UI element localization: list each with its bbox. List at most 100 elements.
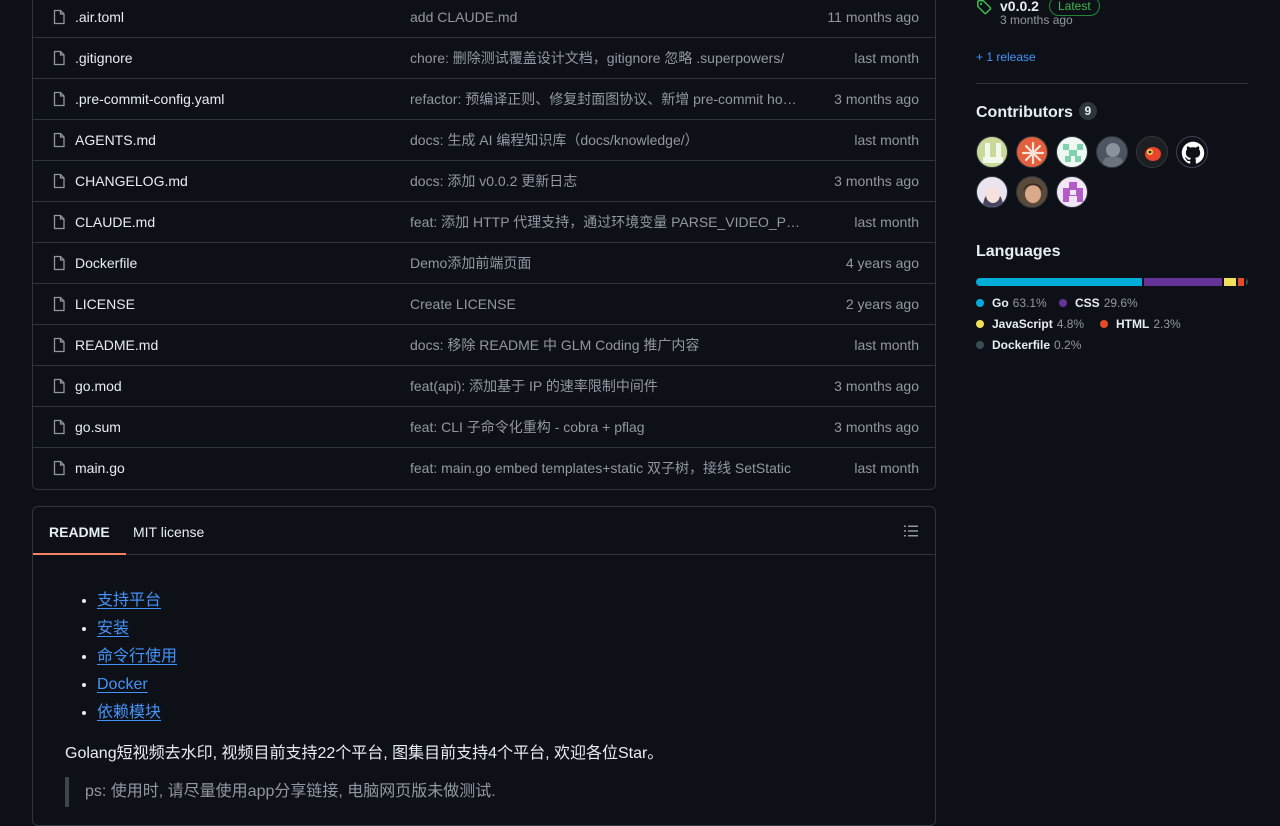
sidebar-divider: [976, 83, 1248, 84]
toc-item: 命令行使用: [97, 645, 177, 673]
contributor-avatar[interactable]: [1056, 136, 1088, 168]
tab-readme[interactable]: README: [33, 507, 126, 555]
file-row[interactable]: CHANGELOG.md docs: 添加 v0.0.2 更新日志 3 months…: [33, 160, 935, 201]
file-name-link[interactable]: .pre-commit-config.yaml: [75, 91, 224, 107]
release-entry[interactable]: v0.0.2 Latest 3 months ago: [976, 0, 1248, 27]
toc-link-cli[interactable]: 命令行使用: [97, 648, 177, 665]
toc-link-deps[interactable]: 依赖模块: [97, 704, 161, 721]
file-row[interactable]: LICENSE Create LICENSE 2 years ago: [33, 283, 935, 324]
language-dockerfile[interactable]: Dockerfile 0.2%: [976, 338, 1081, 354]
file-row[interactable]: Dockerfile Demo添加前端页面 4 years ago: [33, 242, 935, 283]
file-icon: [53, 91, 65, 107]
file-icon: [53, 419, 65, 435]
language-bar-segment: [1246, 278, 1248, 286]
file-row[interactable]: .air.toml add CLAUDE.md 11 months ago: [33, 0, 935, 37]
file-table: .air.toml add CLAUDE.md 11 months ago .giti…: [32, 0, 936, 490]
commit-message-link[interactable]: chore: 删除测试覆盖设计文档，gitignore 忽略 .superpow…: [410, 48, 800, 68]
toc-link-install[interactable]: 安装: [97, 620, 129, 637]
language-bar: [976, 278, 1248, 286]
file-row[interactable]: go.mod feat(api): 添加基于 IP 的速率限制中间件 3 month…: [33, 365, 935, 406]
contributor-avatar[interactable]: [1176, 136, 1208, 168]
language-bar-segment: [976, 278, 1142, 286]
contributor-avatar[interactable]: [1136, 136, 1168, 168]
language-bar-segment: [1223, 278, 1237, 286]
cartoon-avatar-icon: [1145, 147, 1161, 161]
commit-time: 3 months ago: [834, 378, 919, 394]
file-icon: [53, 296, 65, 312]
language-javascript[interactable]: JavaScript 4.8%: [976, 317, 1084, 333]
commit-message-link[interactable]: feat: main.go embed templates+static 双子树…: [410, 458, 800, 478]
file-icon: [53, 214, 65, 230]
release-name[interactable]: v0.0.2: [1000, 0, 1039, 14]
commit-time: last month: [854, 50, 919, 66]
file-name-link[interactable]: .air.toml: [75, 9, 124, 25]
commit-message-link[interactable]: docs: 添加 v0.0.2 更新日志: [410, 171, 800, 191]
commit-message-link[interactable]: docs: 生成 AI 编程知识库（docs/knowledge/）: [410, 130, 800, 150]
file-row[interactable]: .pre-commit-config.yaml refactor: 预编译正则、修…: [33, 78, 935, 119]
commit-message-link[interactable]: docs: 移除 README 中 GLM Coding 推广内容: [410, 335, 800, 355]
languages-title: Languages: [976, 243, 1061, 260]
language-color-dot: [976, 299, 984, 307]
file-name-link[interactable]: AGENTS.md: [75, 132, 156, 148]
photo-avatar-icon: [1023, 183, 1043, 203]
file-row[interactable]: README.md docs: 移除 README 中 GLM Coding 推广…: [33, 324, 935, 365]
commit-message-link[interactable]: feat(api): 添加基于 IP 的速率限制中间件: [410, 376, 800, 396]
contributors-count: 9: [1078, 102, 1097, 120]
github-mark-icon: [1181, 141, 1205, 164]
commit-message-link[interactable]: feat: 添加 HTTP 代理支持，通过环境变量 PARSE_VIDEO_PR…: [410, 212, 800, 232]
commit-message-link[interactable]: add CLAUDE.md: [410, 9, 800, 25]
readme-tabs: README MIT license: [33, 507, 935, 555]
file-name-link[interactable]: .gitignore: [75, 50, 133, 66]
commit-message-link[interactable]: feat: CLI 子命令化重构 - cobra + pflag: [410, 417, 800, 437]
file-name-link[interactable]: CLAUDE.md: [75, 214, 155, 230]
file-name-link[interactable]: go.sum: [75, 419, 121, 435]
toc-link-docker[interactable]: Docker: [97, 676, 148, 693]
file-name-link[interactable]: CHANGELOG.md: [75, 173, 188, 189]
file-icon: [53, 255, 65, 271]
commit-message-link[interactable]: Create LICENSE: [410, 296, 800, 312]
contributor-avatar[interactable]: [976, 176, 1008, 208]
commit-time: 3 months ago: [834, 91, 919, 107]
commit-message-link[interactable]: refactor: 预编译正则、修复封面图协议、新增 pre-commit ho…: [410, 89, 800, 109]
file-icon: [53, 132, 65, 148]
commit-message-link[interactable]: Demo添加前端页面: [410, 253, 800, 273]
contributors-heading[interactable]: Contributors 9: [976, 102, 1097, 122]
commit-time: last month: [854, 460, 919, 476]
commit-time: 3 months ago: [834, 419, 919, 435]
release-date: 3 months ago: [1000, 13, 1073, 27]
file-row[interactable]: .gitignore chore: 删除测试覆盖设计文档，gitignore 忽略…: [33, 37, 935, 78]
outline-list-icon[interactable]: [903, 523, 919, 539]
language-css[interactable]: CSS 29.6%: [1059, 296, 1138, 312]
readme-quote: ps: 使用时, 请尽量使用app分享链接, 电脑网页版未做测试.: [65, 777, 496, 807]
file-name-link[interactable]: LICENSE: [75, 296, 135, 312]
more-releases-link[interactable]: + 1 release: [976, 50, 1036, 64]
file-icon: [53, 9, 65, 25]
contributor-avatar[interactable]: [1096, 136, 1128, 168]
tab-license[interactable]: MIT license: [117, 507, 220, 555]
file-row[interactable]: AGENTS.md docs: 生成 AI 编程知识库（docs/knowledg…: [33, 119, 935, 160]
file-name-link[interactable]: Dockerfile: [75, 255, 137, 271]
toc-item: 支持平台: [97, 589, 177, 617]
contributor-avatar[interactable]: [1016, 136, 1048, 168]
file-name-link[interactable]: go.mod: [75, 378, 122, 394]
file-name-link[interactable]: main.go: [75, 460, 125, 476]
file-row[interactable]: main.go feat: main.go embed templates+sta…: [33, 447, 935, 488]
toc-link-platforms[interactable]: 支持平台: [97, 592, 161, 609]
commit-time: 2 years ago: [845, 296, 919, 312]
file-row[interactable]: CLAUDE.md feat: 添加 HTTP 代理支持，通过环境变量 PARSE…: [33, 201, 935, 242]
toc-item: 安装: [97, 617, 177, 645]
contributor-avatar[interactable]: [976, 136, 1008, 168]
file-icon: [53, 337, 65, 353]
language-html[interactable]: HTML 2.3%: [1100, 317, 1181, 333]
file-icon: [53, 50, 65, 66]
tag-icon: [977, 0, 992, 15]
contributor-avatar[interactable]: [1056, 176, 1088, 208]
file-row[interactable]: go.sum feat: CLI 子命令化重构 - cobra + pflag 3 …: [33, 406, 935, 447]
commit-time: last month: [854, 337, 919, 353]
photo-avatar-icon: [1103, 143, 1123, 167]
toc-item: Docker: [97, 673, 177, 701]
language-go[interactable]: Go 63.1%: [976, 296, 1047, 312]
file-name-link[interactable]: README.md: [75, 337, 158, 353]
contributor-avatar[interactable]: [1016, 176, 1048, 208]
identicon-avatar-icon: [1063, 144, 1083, 162]
